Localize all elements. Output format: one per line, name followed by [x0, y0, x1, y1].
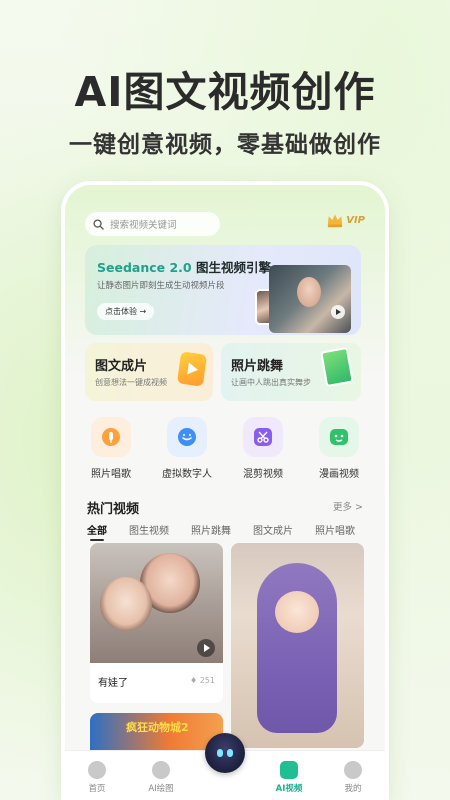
like-count-value: 251 — [199, 676, 215, 685]
feature-card-text-to-video[interactable]: 图文成片 创意想法一键成视频 — [85, 343, 213, 401]
quick-action-photo-sing[interactable]: 照片唱歌 — [79, 417, 143, 480]
tab-photo-dance[interactable]: 照片跳舞 — [191, 522, 231, 537]
home-icon — [88, 761, 106, 779]
quick-action-label: 混剪视频 — [243, 469, 283, 480]
phone-mockup: 搜索视频关键词 VIP Seedance 2.0 图生视频引擎 让静态图片即刻生… — [65, 185, 385, 800]
banner-photo — [269, 265, 351, 333]
video-icon — [280, 761, 298, 779]
crown-icon — [328, 214, 343, 228]
feature-card-title: 图文成片 — [95, 359, 148, 374]
video-title: 疯狂动物城2 — [126, 721, 189, 734]
feature-card-subtitle: 让画中人跳出真实舞步 — [231, 378, 311, 387]
video-card-thumbnail[interactable] — [90, 543, 223, 663]
nav-profile[interactable]: 我的 — [328, 761, 378, 794]
thumbnail-costume — [257, 563, 337, 733]
play-card-icon — [176, 351, 208, 387]
banner-title: Seedance 2.0 图生视频引擎 — [97, 257, 271, 276]
quick-action-label: 虚拟数字人 — [162, 469, 212, 480]
feature-card-title: 照片跳舞 — [231, 359, 284, 374]
nav-ai-draw[interactable]: AI绘图 — [136, 761, 186, 794]
quick-action-comic-video[interactable]: 漫画视频 — [307, 417, 371, 480]
nav-label: AI绘图 — [148, 784, 174, 794]
user-icon — [344, 761, 362, 779]
banner-brand: Seedance 2.0 — [97, 260, 192, 275]
section-title: 热门视频 — [87, 502, 140, 517]
video-card-caption[interactable]: 有娃了 ♦ 251 — [90, 663, 223, 703]
microphone-icon — [91, 417, 131, 457]
nav-label: 首页 — [88, 784, 106, 794]
thumbnail-baby — [100, 577, 152, 631]
tab-photo-sing[interactable]: 照片唱歌 — [315, 522, 355, 537]
paint-icon — [152, 761, 170, 779]
comic-icon — [319, 417, 359, 457]
tab-text-to-video[interactable]: 图文成片 — [253, 522, 293, 537]
banner-cta-button[interactable]: 点击体验 → — [97, 303, 155, 320]
nav-home[interactable]: 首页 — [72, 761, 122, 794]
nav-label: AI视频 — [275, 784, 303, 794]
feature-card-subtitle: 创意想法一键成视频 — [95, 378, 167, 387]
tab-all[interactable]: 全部 — [87, 522, 107, 541]
quick-actions: 照片唱歌 虚拟数字人 混剪视频 漫画视频 — [65, 417, 385, 480]
hero-subtitle: 一键创意视频，零基础做创作 — [69, 132, 381, 158]
vip-button[interactable]: VIP — [326, 211, 365, 229]
quick-action-digital-human[interactable]: 虚拟数字人 — [155, 417, 219, 480]
promo-banner[interactable]: Seedance 2.0 图生视频引擎 让静态图片即刻生成生动视频片段 点击体验… — [85, 245, 361, 335]
play-icon[interactable] — [197, 639, 215, 657]
banner-title-text: 图生视频引擎 — [195, 260, 271, 275]
photo-card-icon — [320, 346, 354, 388]
thumbnail-baby-face — [275, 591, 319, 633]
quick-action-label: 漫画视频 — [319, 469, 359, 480]
video-card-thumbnail[interactable]: 疯狂动物城2 — [90, 713, 223, 753]
nav-ai-video[interactable]: AI视频 — [264, 761, 314, 794]
more-link[interactable]: 更多 > — [333, 499, 363, 513]
like-count: ♦ 251 — [190, 676, 215, 685]
quick-action-label: 照片唱歌 — [91, 469, 131, 480]
search-input[interactable]: 搜索视频关键词 — [85, 212, 220, 236]
hero-title: AI图文视频创作 — [74, 68, 376, 116]
video-card-thumbnail[interactable] — [231, 543, 364, 748]
vip-label: VIP — [346, 214, 365, 226]
quick-action-mix-video[interactable]: 混剪视频 — [231, 417, 295, 480]
chat-bubble-icon — [167, 417, 207, 457]
feature-card-photo-dance[interactable]: 照片跳舞 让画中人跳出真实舞步 — [221, 343, 361, 401]
tab-image-to-video[interactable]: 图生视频 — [129, 522, 169, 537]
robot-assistant-icon[interactable] — [205, 733, 245, 773]
video-caption: 有娃了 — [98, 678, 128, 689]
banner-subtitle: 让静态图片即刻生成生动视频片段 — [97, 281, 225, 291]
search-placeholder: 搜索视频关键词 — [110, 220, 177, 231]
robot-eye — [227, 749, 233, 757]
nav-label: 我的 — [344, 784, 362, 794]
banner-photo-face — [297, 277, 321, 307]
search-icon — [93, 218, 104, 230]
robot-eye — [217, 749, 223, 757]
category-tabs: 全部 图生视频 照片跳舞 图文成片 照片唱歌 — [87, 522, 377, 541]
scissors-icon — [243, 417, 283, 457]
play-icon[interactable] — [331, 305, 345, 319]
